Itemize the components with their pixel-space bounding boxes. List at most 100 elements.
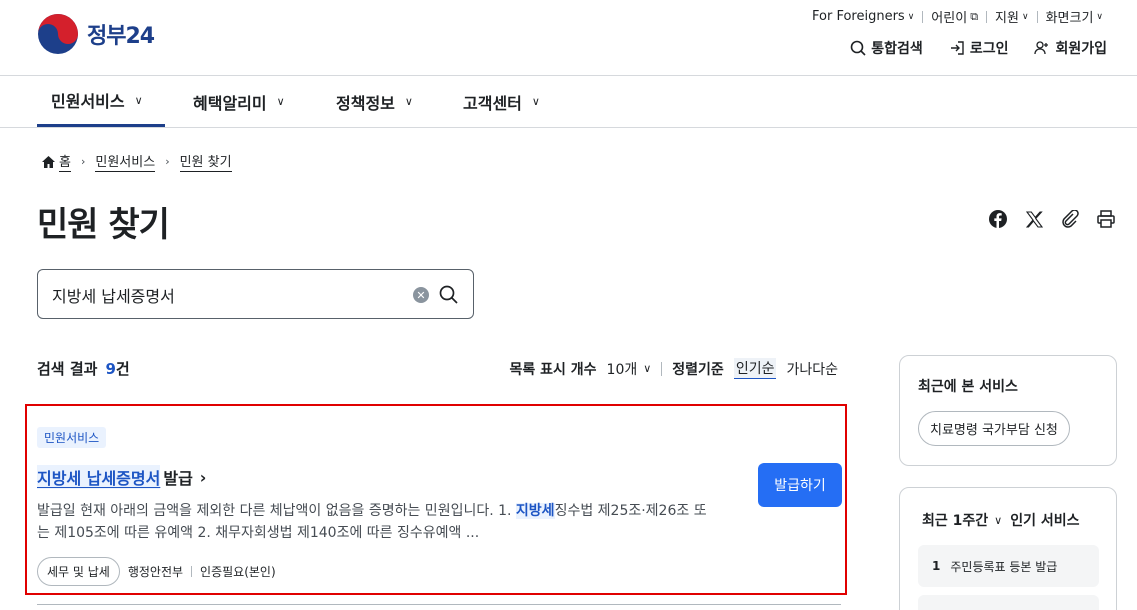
divider [661,361,663,376]
nav-customer-center[interactable]: 고객센터 ∨ [463,76,540,127]
period-label: 최근 1주간 [922,513,989,529]
taegeuk-logo-icon [38,14,78,54]
issue-button[interactable]: 발급하기 [758,463,842,507]
result-count-number: 9 [105,360,116,378]
util-foreigners-label: For Foreigners [812,9,905,24]
logo-text: 정부 [87,24,126,49]
util-kids-label: 어린이 [931,11,968,26]
page-size-value: 10개 [606,361,638,378]
result-controls: 목록 표시 개수 10개 ∨ 정렬기준 인기순 가나다순 [509,358,838,379]
util-screen-size[interactable]: 화면크기 ∨ [1038,7,1111,26]
utility-menu: For Foreigners ∨ 어린이 ⧉ 지원 ∨ 화면크기 ∨ [804,7,1111,26]
result-meta: 세무 및 납세 행정안전부 인증필요(본인) [37,557,276,586]
home-icon [42,155,55,168]
result-count: 검색 결과 9건 [37,358,130,379]
nav-benefit-alert[interactable]: 혜택알리미 ∨ [193,76,285,127]
sort-alphabetical[interactable]: 가나다순 [786,359,838,379]
category-pill: 세무 및 납세 [37,557,120,586]
util-screen-size-label: 화면크기 [1045,11,1094,26]
chevron-down-icon: ∨ [276,95,285,108]
result-title-link[interactable]: 지방세 납세증명서 발급 › [37,465,206,489]
result-count-label: 검색 결과 [37,360,98,378]
search-submit-button[interactable] [437,282,459,306]
share-tools [988,209,1116,229]
result-title-rest: 발급 [163,469,193,488]
nav-benefit-alert-label: 혜택알리미 [193,93,267,113]
signup-button[interactable]: 회원가입 [1034,38,1107,58]
sort-popular[interactable]: 인기순 [733,358,777,379]
print-icon[interactable] [1096,209,1116,229]
breadcrumb-home[interactable]: 홈 [42,151,71,172]
util-support[interactable]: 지원 ∨ [987,7,1037,26]
gov24-logo[interactable]: 정부 24 [37,13,155,55]
period-select[interactable]: 최근 1주간 ∨ [922,510,1002,530]
external-link-icon: ⧉ [970,9,979,23]
link-clip-icon[interactable] [1060,209,1080,229]
login-icon [950,41,964,55]
nav-policy-info[interactable]: 정책정보 ∨ [336,76,413,127]
sort-label: 정렬기준 [672,361,724,378]
recent-services-panel: 최근에 본 서비스 치료명령 국가부담 신청 [899,355,1117,466]
clear-icon[interactable]: ✕ [413,287,429,303]
popular-services-header: 최근 1주간 ∨ 인기 서비스 [922,510,1079,530]
breadcrumb-civil-service[interactable]: 민원서비스 [95,151,156,172]
divider [191,566,193,577]
popular-services-panel: 최근 1주간 ∨ 인기 서비스 1 주민등록표 등본 발급 [899,487,1117,610]
integrated-search-button[interactable]: 통합검색 [850,38,923,58]
util-kids[interactable]: 어린이 ⧉ [923,7,986,27]
agency-label: 행정안전부 [127,565,184,579]
chevron-down-icon: ∨ [994,513,1003,527]
popular-label: 주민등록표 등본 발급 [950,559,1058,574]
x-twitter-icon[interactable] [1024,209,1044,229]
popular-rank: 1 [932,559,941,573]
util-foreigners[interactable]: For Foreigners ∨ [804,9,922,24]
search-icon [850,40,866,56]
chevron-down-icon: ∨ [1096,11,1103,22]
category-tag: 민원서비스 [37,427,107,448]
breadcrumb: 홈 › 민원서비스 › 민원 찾기 [42,151,232,172]
desc-part1: 발급일 현재 아래의 금액을 제외한 다른 체납액이 없음을 증명하는 민원입니… [37,503,516,519]
result-card: 민원서비스 지방세 납세증명서 발급 › 발급일 현재 아래의 금액을 제외한 … [25,404,847,595]
search-icon [439,285,458,304]
login-label: 로그인 [969,41,1009,57]
chevron-right-icon: › [80,155,86,168]
main-nav: 민원서비스 ∨ 혜택알리미 ∨ 정책정보 ∨ 고객센터 ∨ [0,76,1137,128]
integrated-search-label: 통합검색 [871,41,923,57]
chevron-down-icon: ∨ [643,362,652,375]
result-count-unit: 건 [115,360,130,378]
result-title-highlight: 지방세 납세증명서 [37,465,161,489]
recent-service-chip[interactable]: 치료명령 국가부담 신청 [918,411,1070,446]
chevron-right-icon: › [165,155,170,168]
divider [37,604,841,605]
user-add-icon [1034,41,1049,55]
search-box: ✕ [37,269,474,319]
popular-item[interactable]: 1 주민등록표 등본 발급 [918,545,1099,587]
chevron-right-icon: › [199,467,207,487]
site-header: 정부 24 For Foreigners ∨ 어린이 ⧉ 지원 ∨ 화면크기 ∨ 통합검색… [0,0,1137,76]
popular-item[interactable] [918,595,1099,610]
chevron-down-icon: ∨ [531,95,540,108]
login-button[interactable]: 로그인 [949,38,1009,58]
logo-wordmark: 정부 24 [87,18,155,50]
result-description: 발급일 현재 아래의 금액을 제외한 다른 체납액이 없음을 증명하는 민원입니… [37,500,717,544]
page-size-select[interactable]: 10개 ∨ [607,359,652,379]
search-input[interactable] [52,283,392,307]
facebook-icon[interactable] [988,209,1008,229]
auth-label: 인증필요(본인) [200,565,276,579]
chevron-down-icon: ∨ [907,11,915,22]
chevron-down-icon: ∨ [134,93,143,107]
util-support-label: 지원 [995,11,1019,26]
page-size-label: 목록 표시 개수 [509,361,597,378]
page-title: 민원 찾기 [37,205,170,245]
header-actions: 통합검색 로그인 회원가입 [850,38,1107,58]
nav-policy-info-label: 정책정보 [336,93,395,113]
nav-civil-service-label: 민원서비스 [51,92,125,111]
desc-keyword: 지방세 [515,503,555,519]
chevron-down-icon: ∨ [1021,11,1029,22]
breadcrumb-current[interactable]: 민원 찾기 [179,151,232,172]
breadcrumb-home-label: 홈 [59,151,71,172]
nav-customer-center-label: 고객센터 [463,93,522,113]
signup-label: 회원가입 [1055,41,1107,57]
chevron-down-icon: ∨ [404,95,413,108]
nav-civil-service[interactable]: 민원서비스 ∨ [37,76,165,127]
